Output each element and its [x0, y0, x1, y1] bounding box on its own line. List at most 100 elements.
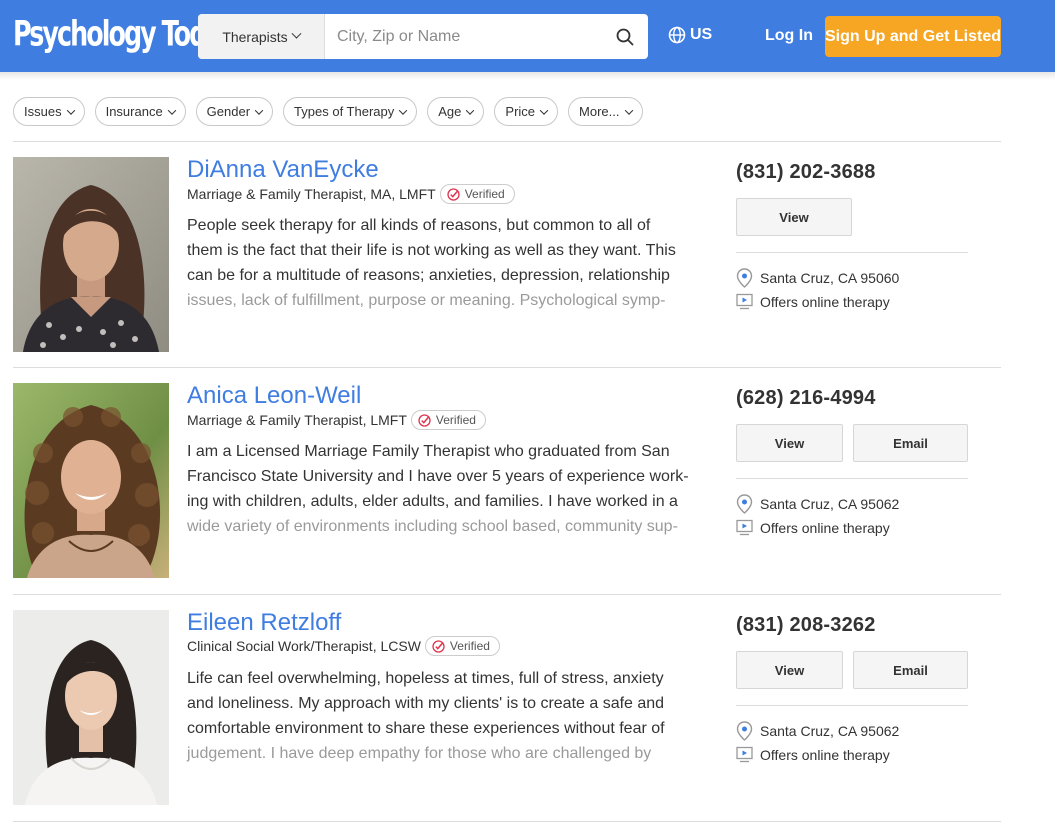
therapist-name[interactable]: DiAnna VanEycke — [187, 156, 379, 184]
online-therapy-text: Offers online therapy — [760, 746, 890, 763]
results-divider — [13, 594, 1001, 595]
filter-label: Gender — [206, 104, 251, 119]
chevron-down-icon — [254, 105, 264, 115]
therapist-bio[interactable]: Life can feel overwhelming, hopeless at … — [187, 666, 715, 766]
filter-more[interactable]: More... — [568, 97, 643, 126]
filter-label: Issues — [24, 104, 62, 119]
therapist-name[interactable]: Eileen Retzloff — [187, 609, 341, 637]
search-type-label: Therapists — [222, 28, 288, 45]
credentials-text: Clinical Social Work/Therapist, LCSW — [187, 638, 421, 654]
online-therapy: Offers online therapy — [736, 746, 890, 763]
globe-icon — [668, 26, 686, 44]
therapist-photo[interactable] — [13, 383, 169, 578]
online-therapy-text: Offers online therapy — [760, 519, 890, 536]
filter-label: Age — [438, 104, 462, 119]
results-divider — [13, 141, 1001, 142]
verified-check-icon — [432, 639, 445, 653]
view-profile-button[interactable]: View — [736, 651, 843, 689]
bio-line: can be for a multitude of reasons; anxie… — [187, 267, 670, 284]
therapist-location: Santa Cruz, CA 95060 — [736, 268, 899, 288]
therapist-credentials: Marriage & Family Therapist, LMFT Verifi… — [187, 410, 486, 430]
location-pin-icon — [736, 494, 753, 514]
therapist-photo[interactable] — [13, 157, 169, 352]
therapist-photo[interactable] — [13, 610, 169, 805]
bio-line: I am a Licensed Marriage Family Therapis… — [187, 443, 670, 460]
header-shadow — [0, 72, 1055, 80]
bio-line: People seek therapy for all kinds of rea… — [187, 217, 651, 234]
chevron-down-icon — [624, 105, 633, 115]
location-text: Santa Cruz, CA 95062 — [760, 496, 900, 512]
location-pin-icon — [736, 721, 753, 741]
view-profile-button[interactable]: View — [736, 198, 852, 236]
video-screen-icon — [736, 293, 753, 310]
bio-line: wide variety of environments including s… — [187, 518, 678, 535]
bio-line: ing with children, adults, elder adults,… — [187, 493, 678, 510]
filter-label: Types of Therapy — [294, 104, 395, 119]
search-bar: Therapists — [198, 14, 648, 59]
filter-types-of-therapy[interactable]: Types of Therapy — [283, 97, 418, 126]
view-profile-button[interactable]: View — [736, 424, 843, 462]
top-navigation-bar: Psychology Today Therapists US Log In Si… — [0, 0, 1055, 72]
therapist-credentials: Marriage & Family Therapist, MA, LMFT Ve… — [187, 184, 515, 204]
video-screen-icon — [736, 746, 753, 763]
filter-label: Insurance — [105, 104, 163, 119]
verified-check-icon — [418, 413, 431, 427]
verified-badge: Verified — [410, 410, 486, 430]
online-therapy: Offers online therapy — [736, 293, 890, 310]
bio-line: Francisco State University and I have ov… — [187, 468, 689, 485]
therapist-phone[interactable]: (628) 216-4994 — [736, 387, 876, 410]
email-button[interactable]: Email — [853, 424, 968, 462]
contact-divider — [736, 252, 968, 253]
country-selector[interactable]: US — [668, 26, 712, 44]
therapist-phone[interactable]: (831) 208-3262 — [736, 614, 876, 637]
online-therapy: Offers online therapy — [736, 519, 890, 536]
chevron-down-icon — [466, 105, 475, 115]
verified-label: Verified — [464, 187, 505, 201]
online-therapy-text: Offers online therapy — [760, 293, 890, 310]
filter-gender[interactable]: Gender — [195, 97, 274, 126]
chevron-down-icon — [399, 105, 408, 115]
country-label: US — [690, 26, 713, 43]
verified-label: Verified — [435, 413, 476, 427]
therapist-bio[interactable]: People seek therapy for all kinds of rea… — [187, 213, 715, 313]
therapist-location: Santa Cruz, CA 95062 — [736, 494, 899, 514]
search-icon — [616, 28, 634, 45]
filter-issues[interactable]: Issues — [13, 97, 85, 126]
location-pin-icon — [736, 268, 753, 288]
therapist-bio[interactable]: I am a Licensed Marriage Family Therapis… — [187, 439, 715, 539]
credentials-text: Marriage & Family Therapist, MA, LMFT — [187, 186, 436, 202]
login-link[interactable]: Log In — [765, 27, 813, 45]
contact-divider — [736, 478, 968, 479]
video-screen-icon — [736, 519, 753, 536]
email-button[interactable]: Email — [853, 651, 968, 689]
verified-check-icon — [447, 187, 460, 201]
filter-age[interactable]: Age — [427, 97, 485, 126]
filter-price[interactable]: Price — [494, 97, 559, 126]
bio-line: Life can feel overwhelming, hopeless at … — [187, 670, 664, 687]
therapist-credentials: Clinical Social Work/Therapist, LCSW Ver… — [187, 636, 500, 656]
verified-label: Verified — [449, 639, 490, 653]
therapist-phone[interactable]: (831) 202-3688 — [736, 161, 876, 184]
bio-line: them is the fact that their life is not … — [187, 242, 676, 259]
filter-label: More... — [579, 104, 620, 119]
verified-badge: Verified — [424, 636, 500, 656]
bio-line: and loneliness. My approach with my clie… — [187, 695, 665, 712]
therapist-name[interactable]: Anica Leon-Weil — [187, 382, 361, 410]
signup-button[interactable]: Sign Up and Get Listed — [825, 16, 1001, 57]
filter-bar: Issues Insurance Gender Types of Therapy… — [13, 97, 643, 126]
contact-divider — [736, 705, 968, 706]
results-divider — [13, 367, 1001, 368]
bio-line: judgement. I have deep empathy for those… — [187, 745, 652, 762]
therapist-location: Santa Cruz, CA 95062 — [736, 721, 899, 741]
chevron-down-icon — [66, 105, 75, 115]
chevron-down-icon — [539, 105, 549, 115]
filter-insurance[interactable]: Insurance — [94, 97, 186, 126]
filter-label: Price — [505, 104, 536, 119]
location-search-input[interactable] — [325, 14, 602, 59]
search-type-dropdown[interactable]: Therapists — [198, 14, 325, 59]
verified-badge: Verified — [439, 184, 515, 204]
bio-line: comfortable environment to share these e… — [187, 720, 665, 737]
chevron-down-icon — [291, 28, 302, 39]
bio-line: issues, lack of fulfillment, purpose or … — [187, 292, 666, 309]
search-button[interactable] — [602, 14, 648, 59]
